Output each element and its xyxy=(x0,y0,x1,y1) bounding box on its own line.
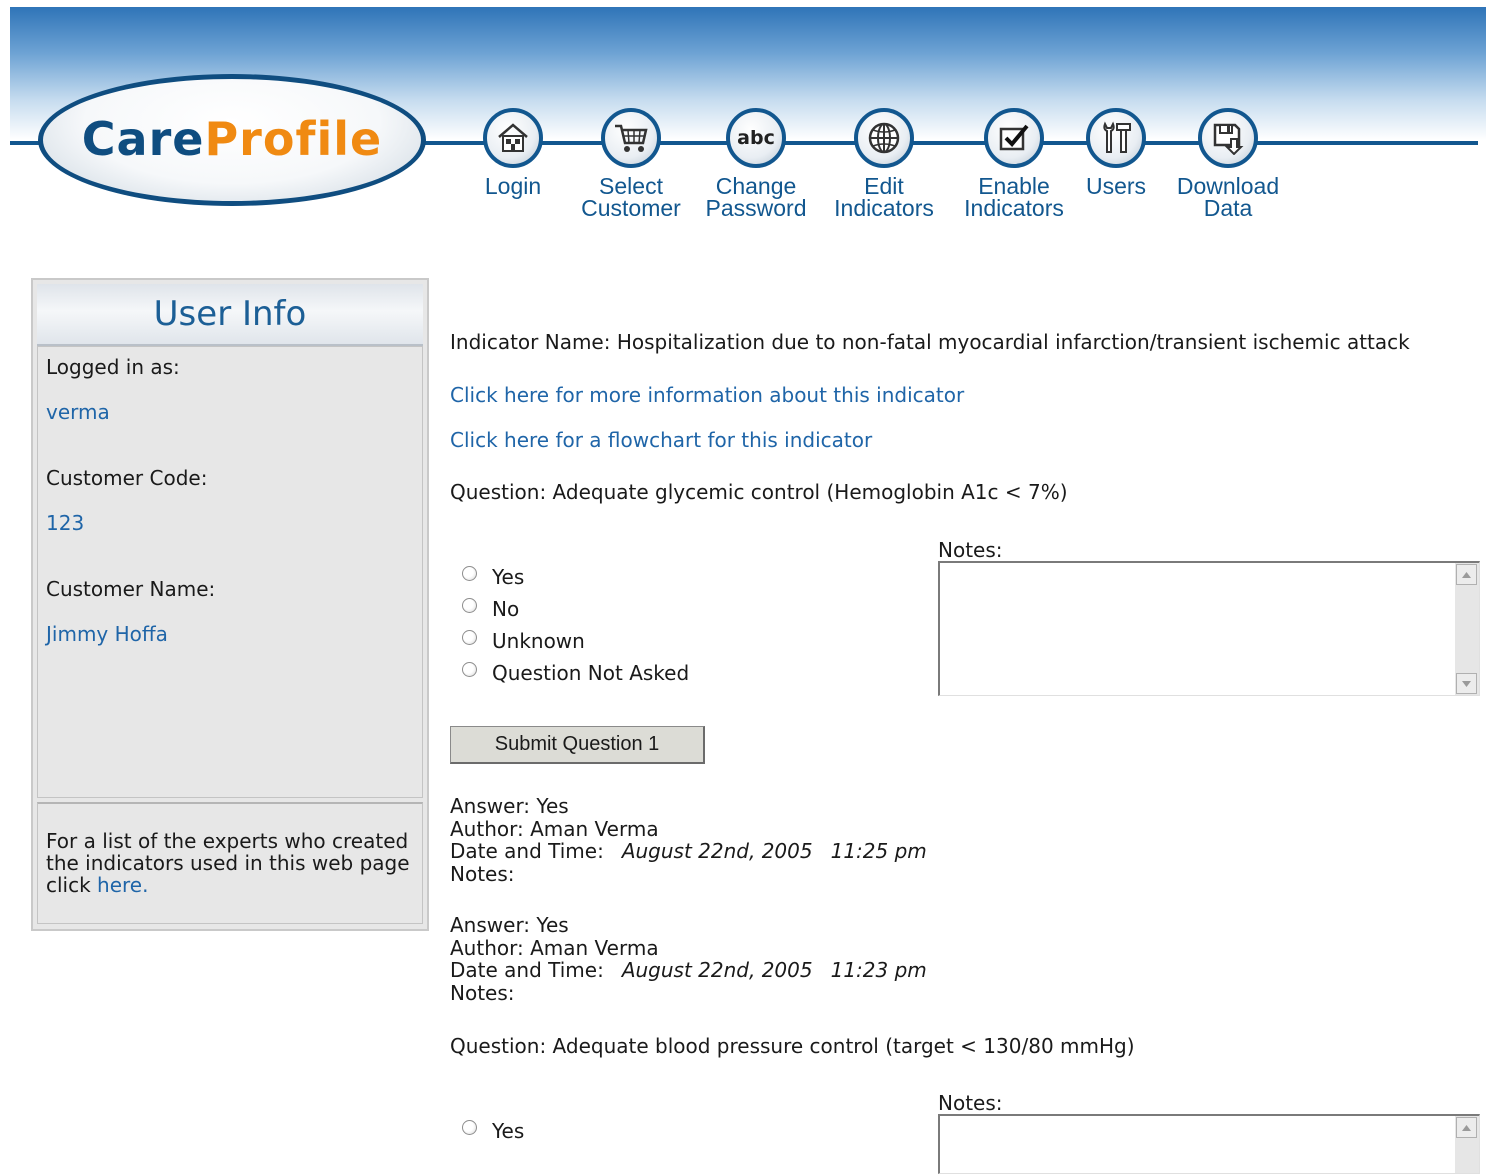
radio-button[interactable] xyxy=(462,1119,477,1135)
indicator-info-link[interactable]: Click here for more information about th… xyxy=(450,383,964,407)
nav-edit-label-2: Indicators xyxy=(834,195,934,221)
cart-icon xyxy=(601,108,661,168)
experts-note-period: . xyxy=(142,873,149,897)
customer-name-value: Jimmy Hoffa xyxy=(46,622,168,646)
answer-datetime: Date and Time: August 22nd, 2005 11:23 pm xyxy=(450,959,927,982)
q2-notes-textarea[interactable] xyxy=(938,1114,1480,1174)
nav-enable-label-1: Enable xyxy=(978,173,1050,199)
customer-code-label: Customer Code: xyxy=(46,466,208,490)
experts-note: For a list of the experts who created th… xyxy=(37,802,423,924)
nav-users-label: Users xyxy=(1085,173,1147,199)
username-value: verma xyxy=(46,400,110,424)
submit-question-1-button[interactable]: Submit Question 1 xyxy=(450,726,705,764)
q1-option-no[interactable]: No xyxy=(462,597,519,621)
tools-icon xyxy=(1086,108,1146,168)
q2-notes-label: Notes: xyxy=(938,1091,1003,1115)
scroll-up-icon[interactable] xyxy=(1456,564,1477,585)
nav-select-customer[interactable]: Select Customer xyxy=(576,108,686,221)
answer-author: Author: Aman Verma xyxy=(450,935,659,960)
nav-download-label-2: Data xyxy=(1203,195,1253,221)
question-1-text: Question: Adequate glycemic control (Hem… xyxy=(450,480,1068,504)
q1-notes-scrollbar[interactable] xyxy=(1455,563,1479,695)
q1-notes-textarea[interactable] xyxy=(938,561,1480,696)
nav-change-label-2: Password xyxy=(705,195,807,221)
abc-icon-text: abc xyxy=(737,127,775,149)
user-info-title: User Info xyxy=(37,284,423,346)
nav-enable-label-2: Indicators xyxy=(964,195,1064,221)
q1-option-unknown[interactable]: Unknown xyxy=(462,629,585,653)
careprofile-logo[interactable]: CareProfile xyxy=(38,74,426,206)
indicator-flowchart-link[interactable]: Click here for a flowchart for this indi… xyxy=(450,428,872,452)
nav-users[interactable]: Users xyxy=(1082,108,1150,199)
nav-edit-label-1: Edit xyxy=(864,173,904,199)
user-info-body: Logged in as: verma Customer Code: 123 C… xyxy=(37,346,423,798)
q2-option-yes[interactable]: Yes xyxy=(462,1119,524,1143)
q1-option-unknown-label: Unknown xyxy=(492,629,585,653)
nav-select-label-1: Select xyxy=(599,173,663,199)
answer-value: Answer: Yes xyxy=(450,794,569,818)
nav-change-password[interactable]: abc Change Password xyxy=(700,108,812,221)
nav-select-label-2: Customer xyxy=(581,195,681,221)
nav-login-label: Login xyxy=(484,173,542,199)
answer-datetime: Date and Time: August 22nd, 2005 11:25 pm xyxy=(450,840,927,863)
answer-entry: Answer: Yes Author: Aman Verma Date and … xyxy=(450,914,927,1004)
q1-option-not-asked-label: Question Not Asked xyxy=(492,661,690,685)
house-icon xyxy=(483,108,543,168)
nav-enable-indicators[interactable]: Enable Indicators xyxy=(958,108,1070,221)
radio-button[interactable] xyxy=(462,629,477,645)
nav-download-data[interactable]: Download Data xyxy=(1170,108,1286,221)
nav-login[interactable]: Login xyxy=(480,108,546,199)
logo-care-text: Care xyxy=(81,112,205,166)
experts-here-link[interactable]: here xyxy=(97,873,142,897)
logo-profile-text: Profile xyxy=(204,112,383,166)
q1-option-no-label: No xyxy=(492,597,520,621)
radio-button[interactable] xyxy=(462,565,477,581)
disk-download-icon xyxy=(1198,108,1258,168)
scroll-up-icon[interactable] xyxy=(1456,1117,1477,1138)
q1-option-not-asked[interactable]: Question Not Asked xyxy=(462,661,689,685)
q1-option-yes-label: Yes xyxy=(492,565,525,589)
answer-notes: Notes: xyxy=(450,861,515,886)
datetime-label: Date and Time: xyxy=(450,958,604,982)
radio-button[interactable] xyxy=(462,597,477,613)
answer-date: August 22nd, 2005 xyxy=(621,958,813,982)
nav-change-label-1: Change xyxy=(715,173,797,199)
answer-value: Answer: Yes xyxy=(450,913,569,937)
q1-notes-label: Notes: xyxy=(938,538,1003,562)
logged-in-label: Logged in as: xyxy=(46,355,180,379)
answer-author: Author: Aman Verma xyxy=(450,816,659,841)
radio-button[interactable] xyxy=(462,661,477,677)
answer-entry: Answer: Yes Author: Aman Verma Date and … xyxy=(450,795,927,885)
answer-notes: Notes: xyxy=(450,980,515,1005)
q2-option-yes-label: Yes xyxy=(492,1119,525,1143)
answer-time: 11:23 pm xyxy=(830,958,927,982)
answer-date: August 22nd, 2005 xyxy=(621,839,813,863)
q1-option-yes[interactable]: Yes xyxy=(462,565,524,589)
user-info-panel: User Info Logged in as: verma Customer C… xyxy=(31,278,429,931)
q2-notes-scrollbar[interactable] xyxy=(1455,1116,1479,1173)
customer-code-value: 123 xyxy=(46,511,85,535)
globe-icon xyxy=(854,108,914,168)
checkbox-icon xyxy=(984,108,1044,168)
nav-edit-indicators[interactable]: Edit Indicators xyxy=(828,108,940,221)
nav-download-label-1: Download xyxy=(1176,173,1280,199)
question-2-text: Question: Adequate blood pressure contro… xyxy=(450,1034,1135,1058)
abc-icon: abc xyxy=(726,108,786,168)
answer-time: 11:25 pm xyxy=(830,839,927,863)
customer-name-label: Customer Name: xyxy=(46,577,216,601)
datetime-label: Date and Time: xyxy=(450,839,604,863)
indicator-name: Indicator Name: Hospitalization due to n… xyxy=(450,330,1410,354)
scroll-down-icon[interactable] xyxy=(1456,673,1477,694)
